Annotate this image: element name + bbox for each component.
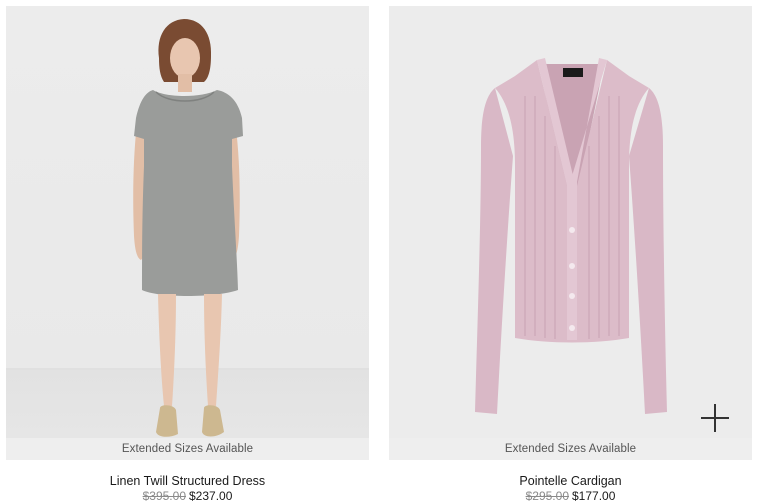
product-image-link[interactable]: [389, 6, 752, 438]
original-price: $295.00: [525, 489, 569, 503]
extended-sizes-badge: Extended Sizes Available: [6, 438, 369, 460]
original-price: $395.00: [142, 489, 186, 503]
sale-price: $177.00: [572, 489, 616, 503]
product-image-link[interactable]: [6, 6, 369, 438]
plus-icon[interactable]: [701, 404, 729, 432]
product-card: Extended Sizes Available Linen Twill Str…: [6, 6, 369, 504]
product-photo-dress: [6, 19, 369, 437]
product-price: $295.00 $177.00: [389, 489, 752, 503]
product-grid: Extended Sizes Available Linen Twill Str…: [0, 0, 758, 504]
product-photo-cardigan: [475, 58, 667, 414]
extended-sizes-badge: Extended Sizes Available: [389, 438, 752, 460]
product-name-link[interactable]: Linen Twill Structured Dress: [6, 474, 369, 489]
product-info: Pointelle Cardigan $295.00 $177.00: [389, 474, 752, 503]
product-price: $395.00 $237.00: [6, 489, 369, 503]
sale-price: $237.00: [189, 489, 233, 503]
product-name-link[interactable]: Pointelle Cardigan: [389, 474, 752, 489]
product-card: Extended Sizes Available Pointelle Cardi…: [389, 6, 752, 504]
product-info: Linen Twill Structured Dress $395.00 $237…: [6, 474, 369, 503]
